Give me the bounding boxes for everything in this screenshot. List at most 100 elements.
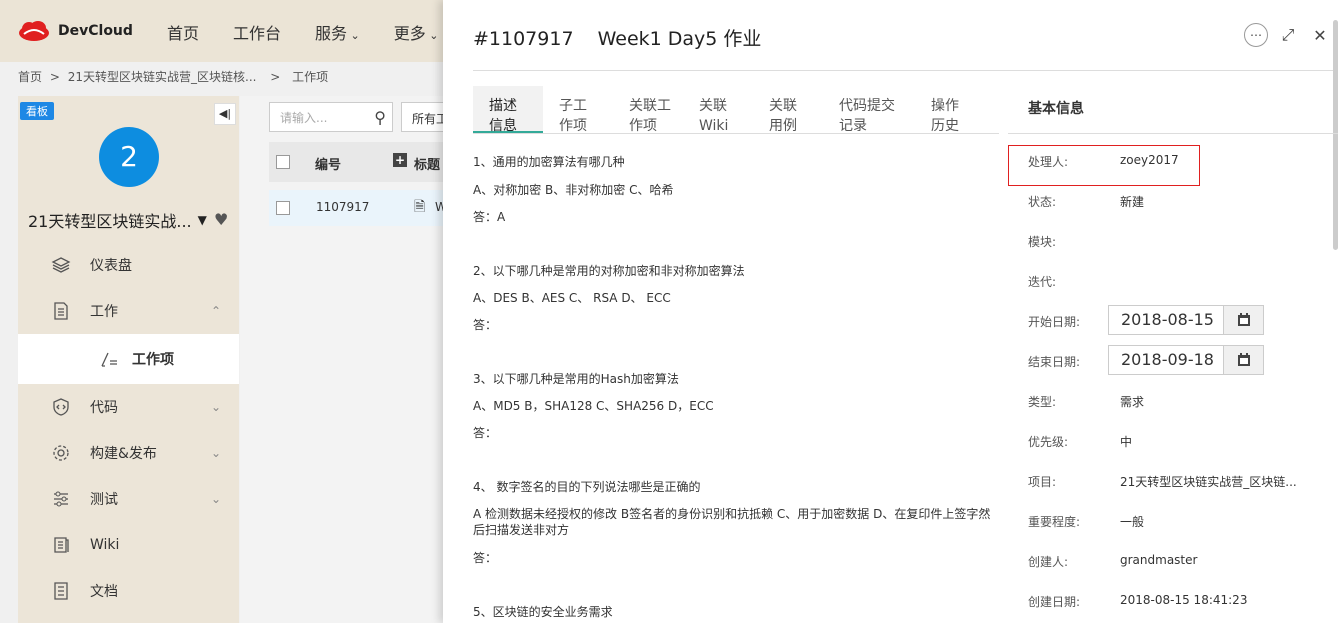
panel-header-actions: ⋯ ⤢ ✕ (1244, 23, 1332, 47)
expand-button[interactable]: ⤢ (1276, 23, 1300, 47)
status-label: 状态: (1028, 195, 1057, 209)
expand-all-icon[interactable]: + (393, 153, 407, 167)
breadcrumb: 首页 > 21天转型区块链实战营_区块链核... > 工作项 (18, 68, 328, 85)
sidebar-item-work-items[interactable]: 工作项 (18, 334, 239, 384)
project-value: 21天转型区块链实战营_区块链... (1120, 475, 1297, 489)
tab-label: 关联工 作项 (629, 98, 671, 134)
start-date-calendar-button[interactable] (1223, 305, 1264, 335)
tab-label: 关联 用例 (769, 98, 797, 134)
expand-icon: ⤢ (1281, 25, 1295, 44)
logo-text: DevCloud (58, 23, 133, 39)
column-header-id[interactable]: 编号 (315, 154, 341, 173)
start-date-label: 开始日期: (1028, 315, 1081, 329)
sidebar-item-test[interactable]: 测试 ⌄ (18, 476, 239, 522)
question-line: 3、以下哪几种是常用的Hash加密算法 (473, 372, 679, 386)
divider (1008, 133, 1338, 134)
tab-subtasks[interactable]: 子工 作项 (543, 86, 613, 134)
work-item-detail-panel: #1107917 Week1 Day5 作业 ⋯ ⤢ ✕ 描述 信息 子工 作项… (443, 0, 1338, 623)
breadcrumb-project[interactable]: 21天转型区块链实战营_区块链核... (68, 70, 257, 84)
top-nav: 首页 工作台 服务 更多 (167, 20, 439, 44)
breadcrumb-separator: > (270, 70, 281, 84)
tab-history[interactable]: 操作 历史 (915, 86, 985, 134)
created-date-row: 创建日期: 2018-08-15 18:41:23 (1028, 593, 1328, 613)
select-all-checkbox[interactable] (276, 155, 290, 169)
work-item-list: 请输入... ⚲ 所有工 编号 + 标题 1107917 🗎 W (240, 96, 469, 623)
tab-related-items[interactable]: 关联工 作项 (613, 86, 683, 134)
collapse-left-icon: ◀| (218, 107, 232, 120)
tab-label: 操作 历史 (931, 98, 959, 134)
project-row: 项目: 21天转型区块链实战营_区块链... (1028, 473, 1328, 493)
sidebar-item-docs[interactable]: 文档 (18, 568, 239, 614)
answer-options-line: A、DES B、AES C、 RSA D、 ECC (473, 291, 671, 305)
priority-row: 优先级: 中 (1028, 433, 1328, 453)
tab-label: 子工 作项 (559, 98, 587, 134)
creator-row: 创建人: grandmaster (1028, 553, 1328, 573)
iteration-label: 迭代: (1028, 275, 1057, 289)
scrollbar[interactable] (1333, 20, 1338, 250)
created-date-value: 2018-08-15 18:41:23 (1120, 593, 1248, 607)
sidebar-item-code[interactable]: 代码 ⌄ (18, 384, 239, 430)
close-button[interactable]: ✕ (1308, 23, 1332, 47)
sidebar-item-label: 仪表盘 (90, 258, 132, 274)
more-options-button[interactable]: ⋯ (1244, 23, 1268, 47)
logo[interactable]: DevCloud (18, 20, 133, 42)
end-date-calendar-button[interactable] (1223, 345, 1264, 375)
tab-label: 代码提交 记录 (839, 98, 895, 134)
document-icon (50, 300, 72, 322)
collapse-sidebar-button[interactable]: ◀| (214, 103, 236, 125)
project-avatar: 2 (99, 127, 159, 187)
sidebar-menu: 仪表盘 工作 ⌃ 工作项 代码 ⌄ 构建&发布 ⌄ 测试 ⌄ Wiki 文档 (18, 242, 239, 614)
assignee-value[interactable]: zoey2017 (1120, 153, 1179, 167)
iteration-row: 迭代: (1028, 273, 1328, 293)
answer-options-line: A、对称加密 B、非对称加密 C、哈希 (473, 183, 674, 197)
importance-value[interactable]: 一般 (1120, 513, 1144, 530)
nav-services[interactable]: 服务 (315, 20, 360, 44)
type-value[interactable]: 需求 (1120, 393, 1144, 410)
sidebar-item-dashboard[interactable]: 仪表盘 (18, 242, 239, 288)
layers-icon (50, 254, 72, 276)
answer-line: 答：A (473, 210, 506, 224)
column-header-title[interactable]: 标题 (414, 154, 440, 173)
assignee-row: 处理人: zoey2017 (1028, 153, 1328, 173)
breadcrumb-home[interactable]: 首页 (18, 70, 42, 84)
basic-info-title: 基本信息 (1028, 101, 1084, 117)
search-placeholder: 请输入... (280, 111, 328, 125)
priority-value[interactable]: 中 (1120, 433, 1132, 450)
close-icon: ✕ (1313, 25, 1327, 45)
sidebar-item-label: 工作项 (132, 352, 174, 368)
project-selector[interactable]: 21天转型区块链实战... ▼ (28, 208, 207, 232)
sidebar-item-build-release[interactable]: 构建&发布 ⌄ (18, 430, 239, 476)
search-input[interactable]: 请输入... ⚲ (269, 102, 393, 132)
tab-related-wiki[interactable]: 关联 Wiki (683, 86, 753, 134)
search-icon[interactable]: ⚲ (374, 108, 386, 127)
project-label: 项目: (1028, 475, 1057, 489)
status-value[interactable]: 新建 (1120, 193, 1144, 210)
chevron-down-icon: ⌄ (210, 492, 221, 506)
row-checkbox[interactable] (276, 201, 290, 215)
sidebar-item-label: 测试 (90, 492, 118, 508)
type-row: 类型: 需求 (1028, 393, 1328, 413)
tab-code-commits[interactable]: 代码提交 记录 (823, 86, 915, 134)
sidebar-item-work[interactable]: 工作 ⌃ (18, 288, 239, 334)
tab-description[interactable]: 描述 信息 (473, 86, 543, 134)
tab-related-cases[interactable]: 关联 用例 (753, 86, 823, 134)
row-id[interactable]: 1107917 (316, 200, 369, 214)
sidebar-item-wiki[interactable]: Wiki (18, 522, 239, 568)
sidebar-item-label: 构建&发布 (90, 446, 157, 462)
nav-workbench[interactable]: 工作台 (233, 20, 281, 44)
devcloud-logo-icon (19, 21, 49, 41)
created-date-label: 创建日期: (1028, 595, 1081, 609)
nav-home[interactable]: 首页 (167, 20, 199, 44)
calendar-icon (1237, 353, 1250, 366)
nav-more[interactable]: 更多 (394, 20, 439, 44)
heart-icon[interactable]: ♥ (214, 210, 228, 229)
detail-tabs: 描述 信息 子工 作项 关联工 作项 关联 Wiki 关联 用例 代码提交 记录… (473, 86, 999, 134)
importance-row: 重要程度: 一般 (1028, 513, 1328, 533)
priority-label: 优先级: (1028, 435, 1069, 449)
answer-options-line: A 检测数据未经授权的修改 B签名者的身份识别和抗抵赖 C、用于加密数据 D、在… (473, 507, 991, 537)
work-item-title[interactable]: Week1 Day5 作业 (598, 28, 762, 50)
table-row[interactable]: 1107917 🗎 W (269, 190, 469, 226)
board-badge[interactable]: 看板 (20, 102, 54, 120)
sidebar-item-label: 文档 (90, 584, 118, 600)
tab-label: 关联 Wiki (699, 98, 729, 134)
